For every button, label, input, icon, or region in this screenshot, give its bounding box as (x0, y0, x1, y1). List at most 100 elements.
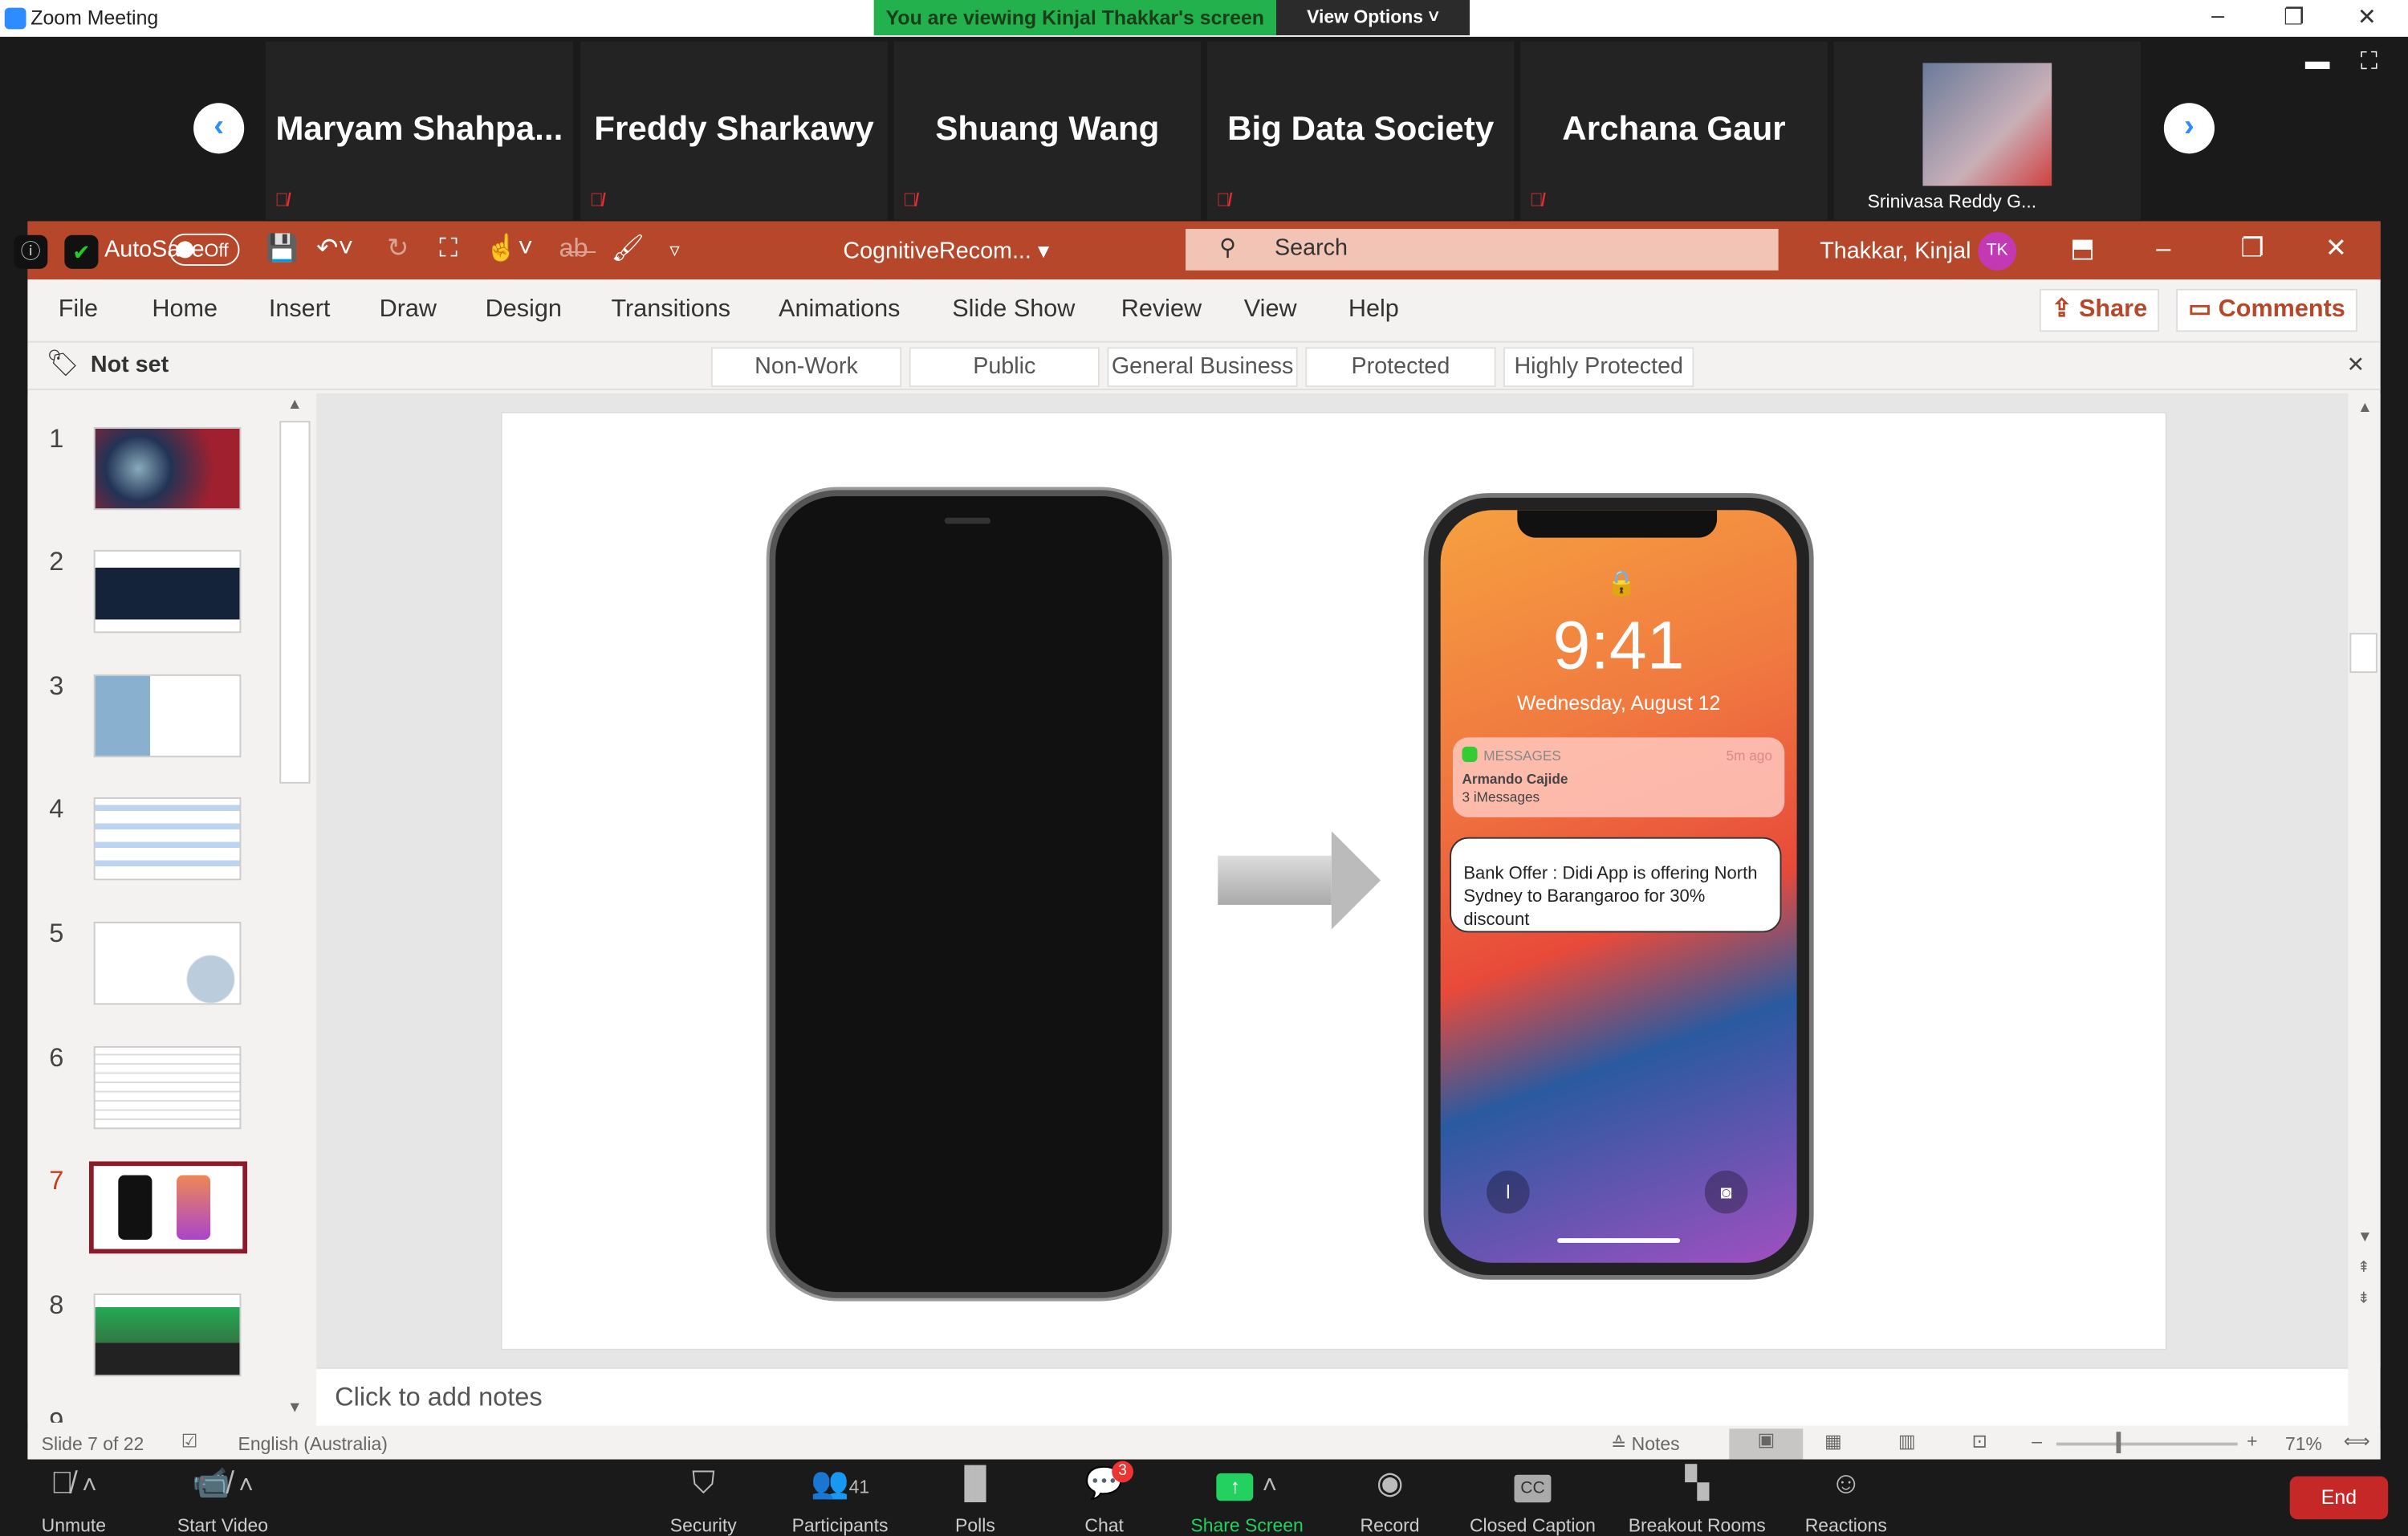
tab-insert[interactable]: Insert (269, 296, 331, 324)
slide-thumbnails: 1 2 3 4 5 6 7 8 9 ▲ ▼ (27, 393, 314, 1423)
close-icon[interactable]: ✕ (2357, 3, 2377, 31)
lockscreen-date: Wednesday, August 12 (1516, 691, 1721, 715)
slide-thumbnail[interactable] (93, 921, 242, 1005)
muted-mic-icon: 🎙̸ (903, 189, 917, 211)
tab-review[interactable]: Review (1121, 296, 1202, 324)
lockscreen-time: 9:41 (1552, 608, 1685, 684)
participant-tile[interactable]: Maryam Shahpa... 🎙̸ (266, 41, 573, 220)
tab-help[interactable]: Help (1348, 296, 1399, 324)
search-input[interactable]: ⚲ Search (1186, 229, 1779, 271)
slide-thumbnail[interactable] (93, 797, 242, 881)
polls-button[interactable]: ▐▌ Polls (906, 1460, 1044, 1536)
notification-body: 3 iMessages (1462, 789, 1540, 805)
strikethrough-icon[interactable]: a̶b̶ (559, 234, 588, 264)
share-button[interactable]: ⇪ Share (2039, 288, 2160, 332)
flashlight-icon: ǀ (1487, 1170, 1530, 1214)
tab-file[interactable]: File (59, 296, 98, 324)
fit-to-window-icon[interactable]: ⟺ (2344, 1430, 2370, 1452)
minimize-icon[interactable]: – (2211, 3, 2224, 30)
autosave-state: Off (204, 239, 229, 262)
tab-animations[interactable]: Animations (779, 296, 900, 324)
tab-design[interactable]: Design (486, 296, 562, 324)
format-painter-icon[interactable]: 🖌 (611, 234, 644, 264)
ppt-restore-icon[interactable]: ❐ (2241, 234, 2264, 264)
label-public[interactable]: Public (909, 347, 1100, 388)
save-icon[interactable]: 💾 (266, 234, 299, 264)
accessibility-icon[interactable]: ☑ (181, 1430, 198, 1452)
normal-view-icon[interactable]: ▣ (1729, 1428, 1804, 1460)
slide-thumbnail[interactable] (93, 1045, 242, 1130)
prev-page-button[interactable]: ‹ (193, 103, 245, 154)
redo-icon[interactable]: ↻ (387, 234, 409, 264)
label-highly-protected[interactable]: Highly Protected (1503, 347, 1694, 388)
reactions-button[interactable]: ☺ Reactions (1777, 1460, 1915, 1536)
slideshow-icon[interactable]: ⊡ (1972, 1430, 1987, 1452)
participants-icon: 👥41 (810, 1467, 870, 1501)
closed-caption-button[interactable]: CC Closed Caption (1448, 1460, 1617, 1536)
language-indicator[interactable]: English (Australia) (238, 1433, 388, 1455)
record-button[interactable]: ◉ Record (1320, 1460, 1458, 1536)
video-off-icon: 📹̸ ˄ (191, 1467, 254, 1501)
tab-transitions[interactable]: Transitions (611, 296, 730, 324)
slide-sorter-icon[interactable]: ▦ (1824, 1430, 1842, 1452)
ppt-minimize-icon[interactable]: – (2156, 234, 2170, 264)
security-button[interactable]: ⛉ Security (634, 1460, 772, 1536)
slide-thumbnail[interactable] (93, 426, 242, 511)
tab-slide-show[interactable]: Slide Show (952, 296, 1075, 324)
slide-thumbnail[interactable] (93, 549, 242, 634)
arrow-right-shape (1218, 831, 1386, 930)
zoom-logo-icon (4, 7, 26, 30)
share-screen-button[interactable]: ↑ ˄ Share Screen (1178, 1460, 1316, 1536)
thumbnail-scrollbar[interactable]: ▲ ▼ (279, 397, 311, 1416)
user-avatar[interactable]: TK (1978, 231, 2017, 271)
participant-tile-video[interactable]: Srinivasa Reddy G... (1833, 41, 2142, 220)
next-page-button[interactable]: › (2163, 103, 2215, 154)
current-slide[interactable]: 🔒 9:41 Wednesday, August 12 MESSAGES 5m … (500, 411, 2167, 1351)
powerpoint-window: ⓘ ✔ AutoSave Off 💾 ↶˅ ↻ ⛶ ☝˅ a̶b̶ 🖌 ▿ Co… (14, 221, 2381, 1460)
canvas-scrollbar[interactable]: ▲ ▼ ⇞ ⇟ (2349, 393, 2381, 1367)
touch-mode-icon[interactable]: ☝˅ (486, 234, 534, 264)
participant-tile[interactable]: Big Data Society 🎙̸ (1206, 41, 1515, 220)
participants-button[interactable]: 👥41 Participants (771, 1460, 909, 1536)
label-general-business[interactable]: General Business (1107, 347, 1298, 388)
muted-mic-icon: 🎙̸ (1529, 189, 1544, 211)
document-title[interactable]: CognitiveRecom... ▾ (843, 237, 1049, 265)
tab-home[interactable]: Home (152, 296, 218, 324)
label-non-work[interactable]: Non-Work (710, 347, 902, 388)
label-protected[interactable]: Protected (1305, 347, 1496, 388)
info-icon[interactable]: ⓘ (14, 234, 48, 269)
participant-tile[interactable]: Archana Gaur 🎙̸ (1520, 41, 1828, 220)
customize-toolbar-icon[interactable]: ▿ (669, 238, 679, 263)
notes-button[interactable]: ≙ Notes (1611, 1433, 1680, 1455)
comments-button[interactable]: ▭ Comments (2176, 288, 2357, 332)
reading-view-icon[interactable]: ▥ (1898, 1430, 1916, 1452)
layout-icon[interactable]: ▬ (2305, 49, 2330, 76)
unmute-button[interactable]: 🎙̸ ˄Unmute (5, 1460, 143, 1536)
ppt-title-bar: ⓘ ✔ AutoSave Off 💾 ↶˅ ↻ ⛶ ☝˅ a̶b̶ 🖌 ▿ Co… (14, 221, 2381, 280)
participant-tile[interactable]: Shuang Wang 🎙̸ (893, 41, 1202, 220)
tab-draw[interactable]: Draw (380, 296, 437, 324)
autosave-toggle[interactable]: Off (169, 233, 240, 267)
end-meeting-button[interactable]: End (2289, 1476, 2389, 1520)
fullscreen-icon[interactable]: ⛶ (2361, 49, 2377, 76)
zoom-level[interactable]: 71% (2285, 1433, 2322, 1455)
ppt-close-icon[interactable]: ✕ (2325, 234, 2347, 264)
notes-pane[interactable]: Click to add notes (316, 1367, 2349, 1426)
notification-time: 5m ago (1726, 748, 1772, 764)
chat-button[interactable]: 💬 3 Chat (1035, 1460, 1173, 1536)
ribbon-display-icon[interactable]: ⬒ (2070, 234, 2095, 264)
undo-icon[interactable]: ↶˅ (316, 234, 353, 264)
slide-thumbnail[interactable] (93, 1293, 242, 1377)
restore-icon[interactable]: ❐ (2284, 3, 2304, 31)
breakout-rooms-button[interactable]: ▚ Breakout Rooms (1613, 1460, 1781, 1536)
slide-thumbnail-selected[interactable] (88, 1161, 248, 1254)
present-icon[interactable]: ⛶ (439, 234, 458, 264)
participant-video (1922, 63, 2052, 186)
zoom-slider[interactable]: – + (2032, 1430, 2262, 1453)
participant-tile[interactable]: Freddy Sharkawy 🎙̸ (580, 41, 888, 220)
close-bar-icon[interactable]: ✕ (2347, 352, 2365, 378)
tab-view[interactable]: View (1244, 296, 1297, 324)
slide-thumbnail[interactable] (93, 674, 242, 758)
view-options-button[interactable]: View Options ˅ (1275, 0, 1470, 36)
start-video-button[interactable]: 📹̸ ˄ Start Video (153, 1460, 291, 1536)
